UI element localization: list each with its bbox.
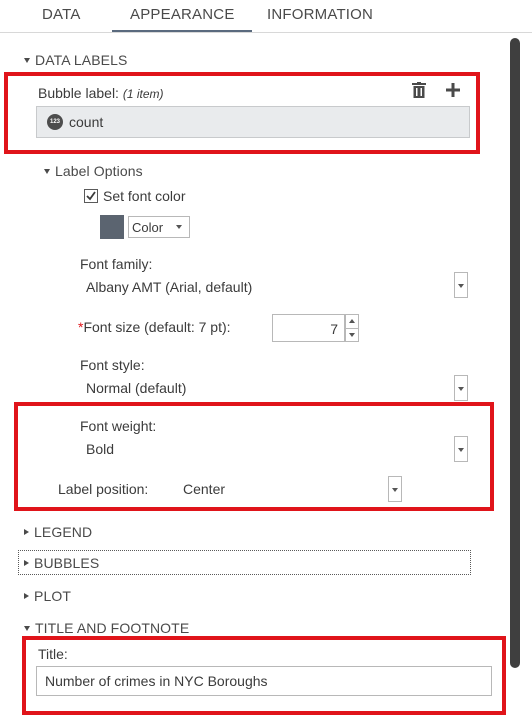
bubble-label-text: Bubble label:: [38, 85, 119, 101]
color-dropdown-button[interactable]: Color: [128, 216, 190, 238]
section-plot[interactable]: PLOT: [24, 588, 71, 604]
section-title-footnote[interactable]: TITLE AND FOOTNOTE: [24, 620, 189, 636]
font-weight-value[interactable]: Bold: [86, 441, 114, 457]
section-bubbles[interactable]: BUBBLES: [18, 550, 471, 575]
font-size-label-row: *Font size (default: 7 pt):: [78, 319, 231, 335]
font-size-value: 7: [330, 321, 338, 337]
title-input[interactable]: [36, 666, 492, 696]
bubble-label-count: (1 item): [122, 87, 164, 101]
color-swatch[interactable]: [100, 215, 124, 239]
font-family-value[interactable]: Albany AMT (Arial, default): [86, 279, 252, 295]
stepper-divider: [346, 328, 358, 329]
numeric-measure-icon: 123: [47, 114, 63, 130]
font-style-dropdown[interactable]: [454, 375, 468, 401]
add-icon[interactable]: [446, 83, 460, 97]
label-position-value[interactable]: Center: [183, 481, 225, 497]
section-plot-title: PLOT: [34, 588, 71, 604]
section-title-footnote-title: TITLE AND FOOTNOTE: [35, 620, 190, 636]
scrollbar-thumb[interactable]: [510, 38, 520, 668]
increment-icon[interactable]: [349, 319, 355, 323]
collapse-triangle-icon: [44, 168, 50, 174]
collapse-triangle-icon: [24, 57, 30, 63]
font-weight-dropdown[interactable]: [454, 436, 468, 462]
chevron-down-icon: [176, 225, 182, 229]
title-field-label: Title:: [38, 646, 68, 662]
subsection-label-options[interactable]: Label Options: [44, 163, 143, 179]
font-size-input[interactable]: 7: [272, 314, 345, 342]
section-bubbles-header: BUBBLES: [24, 555, 99, 571]
label-position-label: Label position:: [58, 481, 149, 497]
bubble-label-list: 123 count: [36, 106, 470, 138]
tab-data[interactable]: DATA: [42, 6, 81, 23]
expand-triangle-icon: [24, 529, 29, 536]
label-options-title: Label Options: [55, 163, 143, 179]
color-button-label: Color: [132, 220, 164, 235]
tab-appearance[interactable]: APPEARANCE: [130, 6, 235, 23]
font-family-label: Font family:: [80, 256, 153, 272]
list-item[interactable]: count: [69, 114, 103, 130]
section-bubbles-title: BUBBLES: [34, 555, 100, 571]
section-data-labels[interactable]: DATA LABELS: [24, 52, 127, 68]
section-legend-title: LEGEND: [34, 524, 93, 540]
collapse-triangle-icon: [24, 625, 30, 631]
tabs-divider: [0, 32, 532, 33]
section-data-labels-title: DATA LABELS: [35, 52, 128, 68]
font-style-value[interactable]: Normal (default): [86, 380, 186, 396]
font-size-stepper[interactable]: [345, 314, 359, 342]
set-font-color-label: Set font color: [103, 188, 186, 204]
tab-information[interactable]: INFORMATION: [267, 6, 373, 23]
bubble-label-title: Bubble label: (1 item): [38, 85, 164, 101]
expand-triangle-icon: [24, 593, 29, 600]
label-position-dropdown[interactable]: [388, 476, 402, 502]
font-style-label: Font style:: [80, 357, 145, 373]
check-icon: [86, 191, 96, 201]
font-size-label: Font size (default: 7 pt):: [83, 319, 231, 335]
font-weight-label: Font weight:: [80, 418, 157, 434]
section-legend[interactable]: LEGEND: [24, 524, 92, 540]
set-font-color-checkbox[interactable]: [84, 189, 98, 203]
delete-icon[interactable]: [412, 82, 426, 98]
font-family-dropdown[interactable]: [454, 272, 468, 298]
expand-triangle-icon: [24, 560, 29, 567]
decrement-icon[interactable]: [349, 333, 355, 337]
